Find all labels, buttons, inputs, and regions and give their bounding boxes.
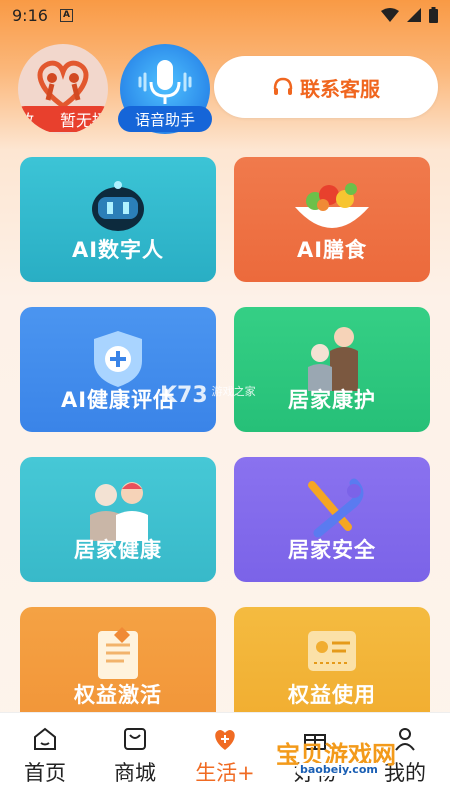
member-card-icon [308,631,356,671]
status-icons [381,7,438,23]
tab-life-plus[interactable]: 生活+ [180,713,270,800]
broadcast-label-right: 暂无播 [59,111,108,130]
tile-benefit-activate[interactable]: 权益激活 [20,607,216,727]
broadcast-label-left: 放 [18,111,35,130]
tile-benefit-use[interactable]: 权益使用 [234,607,430,727]
tile-label: 居家健康 [74,538,162,562]
robot-icon [92,181,144,231]
bottom-tab-bar: 首页 商城 生活+ 好物 我的 [0,712,450,800]
tile-label: 居家康护 [288,388,376,412]
wifi-icon [381,8,399,22]
doctor-patient-icon [90,482,148,541]
tab-goods-label: 好物 [294,761,336,785]
signal-icon [407,8,421,22]
contact-service-button[interactable]: 联系客服 [214,56,438,118]
salad-bowl-icon [295,183,369,228]
broadcast-button[interactable]: 放 暂无播 [18,44,108,134]
battery-icon [429,7,438,23]
header-row: 放 暂无播 语音助手 联系客服 [0,40,450,140]
tile-label: 居家安全 [288,538,376,562]
status-bar: 9:16 A [0,0,450,30]
tile-ai-digital-human[interactable]: AI数字人 [20,157,216,282]
tile-home-health[interactable]: 居家健康 [20,457,216,582]
tile-ai-health-assessment[interactable]: AI健康评估 [20,307,216,432]
tile-ai-diet[interactable]: AI膳食 [234,157,430,282]
contact-service-label: 联系客服 [300,76,380,101]
tab-mine[interactable]: 我的 [360,713,450,800]
status-time: 9:16 [12,5,48,25]
tab-home-label: 首页 [24,761,66,785]
user-icon [395,728,415,751]
tile-label: 权益使用 [288,683,376,707]
heart-plus-icon [215,730,235,750]
tab-mine-label: 我的 [384,761,426,785]
tile-label: AI膳食 [296,238,368,262]
shield-plus-icon [94,331,142,387]
certificate-icon [98,627,138,679]
tab-mall[interactable]: 商城 [90,713,180,800]
home-icon [34,727,56,750]
voice-assistant-button[interactable]: 语音助手 [118,44,212,134]
tab-mall-label: 商城 [114,761,156,785]
tile-label: AI健康评估 [60,388,176,412]
tile-home-safety[interactable]: 居家安全 [234,457,430,582]
tile-label: 权益激活 [74,683,162,707]
gift-icon [304,734,326,750]
tile-home-rehab[interactable]: 居家康护 [234,307,430,432]
broadcast-label: 放 暂无播 [18,106,108,132]
voice-label: 语音助手 [118,106,212,132]
caregiver-icon [308,327,358,391]
tab-life-plus-label: 生活+ [195,761,255,785]
tools-icon [308,478,364,538]
shopping-bag-icon [124,728,146,750]
tab-home[interactable]: 首页 [0,713,90,800]
headset-icon [273,77,293,95]
tile-label: AI数字人 [71,238,165,262]
sim-badge: A [59,8,73,22]
tab-goods[interactable]: 好物 [270,713,360,800]
